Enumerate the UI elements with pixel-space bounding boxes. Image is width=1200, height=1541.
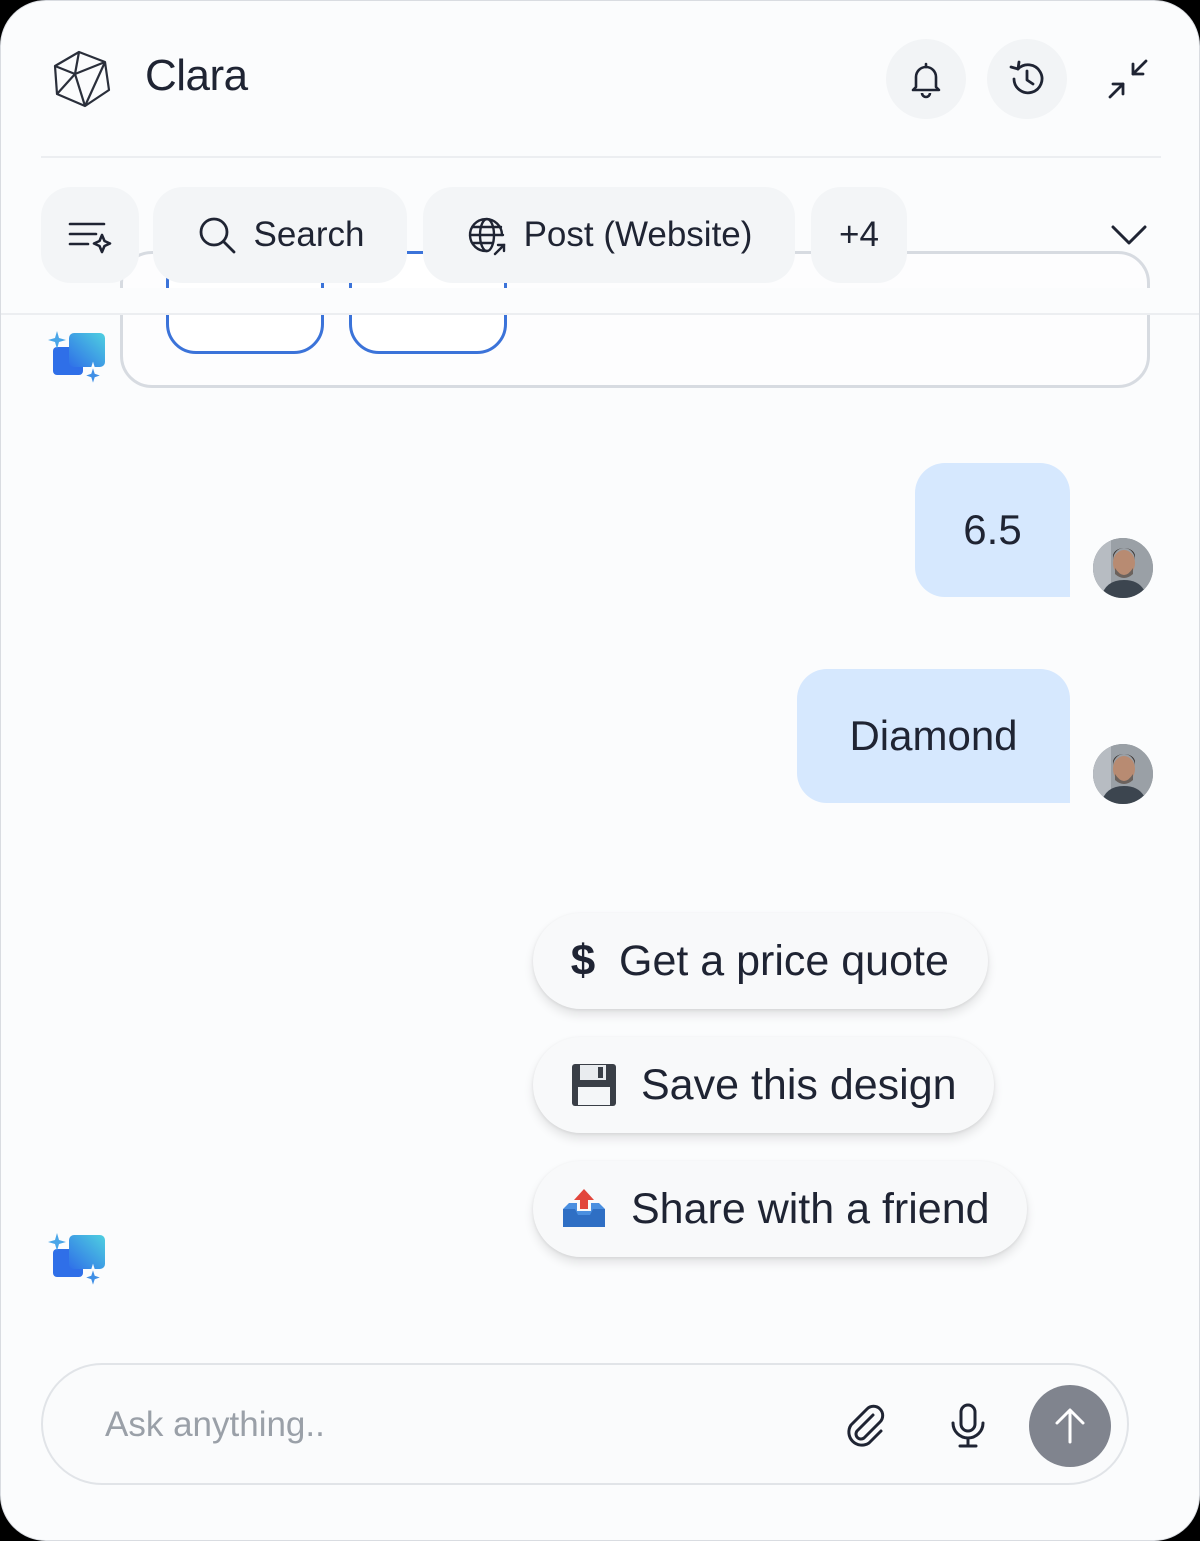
message-input[interactable] xyxy=(103,1393,807,1457)
minimize-icon xyxy=(1108,59,1148,99)
more-filters-chip[interactable]: +4 xyxy=(811,187,907,283)
post-website-label: Post (Website) xyxy=(523,215,753,254)
floppy-disk-icon xyxy=(571,1063,617,1107)
bell-icon xyxy=(911,62,941,99)
user-message: 6.5 xyxy=(915,463,1070,597)
outbox-tray-icon xyxy=(561,1187,607,1231)
chevron-down-icon xyxy=(1111,225,1147,245)
user-photo xyxy=(1093,538,1153,598)
more-filters-label: +4 xyxy=(839,215,879,254)
notifications-button[interactable] xyxy=(886,39,966,119)
filter-button[interactable] xyxy=(41,187,139,283)
message-composer xyxy=(41,1363,1129,1485)
assistant-sparkle-icon xyxy=(48,1233,107,1292)
search-chip-label: Search xyxy=(253,215,365,254)
header: Clara xyxy=(1,1,1199,157)
suggestion-share-friend[interactable]: Share with a friend xyxy=(533,1161,1027,1257)
globe-link-icon xyxy=(468,217,505,256)
suggestion-label: Save this design xyxy=(641,1060,957,1109)
app-title: Clara xyxy=(145,51,248,100)
assistant-sparkle-icon xyxy=(48,331,107,390)
search-chip[interactable]: Search xyxy=(153,187,407,283)
microphone-button[interactable] xyxy=(943,1401,993,1451)
send-button[interactable] xyxy=(1029,1385,1111,1467)
user-message-text: 6.5 xyxy=(963,506,1022,553)
user-message: Diamond xyxy=(797,669,1070,803)
dollar-icon: $ xyxy=(570,936,596,985)
post-website-chip[interactable]: Post (Website) xyxy=(423,187,795,283)
suggestion-save-design[interactable]: Save this design xyxy=(533,1037,994,1133)
header-divider xyxy=(41,156,1161,158)
toolbar: Search Post (Website) +4 xyxy=(1,187,1199,287)
search-icon xyxy=(199,217,235,254)
user-avatar xyxy=(1093,744,1153,804)
microphone-icon xyxy=(951,1403,985,1448)
suggestion-label: Share with a friend xyxy=(631,1184,990,1233)
history-button[interactable] xyxy=(987,39,1067,119)
chat-window: Clara Search Post (Website) +4 6.5 Diamo… xyxy=(0,0,1200,1541)
minimize-button[interactable] xyxy=(1088,39,1168,119)
paperclip-icon xyxy=(847,1404,885,1447)
history-icon xyxy=(1009,60,1044,95)
user-avatar xyxy=(1093,538,1153,598)
suggestion-price-quote[interactable]: $ Get a price quote xyxy=(533,913,988,1009)
expand-toolbar-button[interactable] xyxy=(1086,187,1172,283)
user-message-text: Diamond xyxy=(849,712,1018,759)
user-photo xyxy=(1093,744,1153,804)
suggestion-label: Get a price quote xyxy=(619,936,949,985)
arrow-up-icon xyxy=(1055,1408,1085,1444)
attach-button[interactable] xyxy=(841,1401,891,1451)
filter-sparkle-icon xyxy=(68,222,112,254)
polyhedron-logo-icon xyxy=(53,50,111,108)
toolbar-divider xyxy=(1,313,1199,315)
